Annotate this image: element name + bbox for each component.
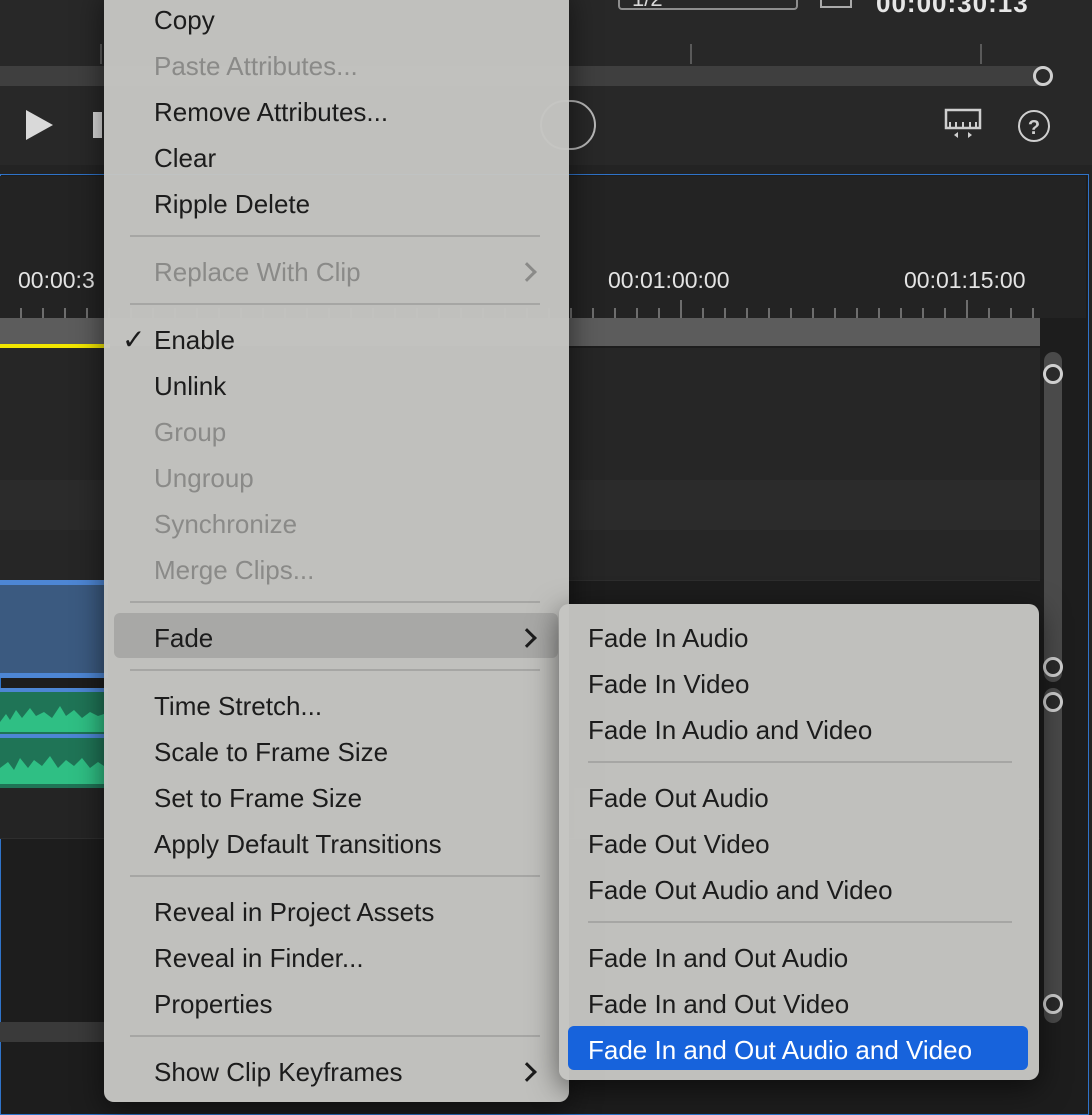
ruler-tick (100, 44, 102, 64)
scroll-handle[interactable] (1043, 692, 1063, 712)
menu-separator (130, 669, 540, 671)
horizontal-scrollbar[interactable] (0, 1022, 110, 1042)
ruler-tick (1032, 308, 1034, 318)
help-icon[interactable]: ? (1018, 110, 1050, 142)
submenu-item-fade-out-audio-and-video[interactable]: Fade Out Audio and Video (588, 875, 893, 905)
menu-separator (130, 601, 540, 603)
menu-item-reveal-in-finder[interactable]: Reveal in Finder... (154, 943, 364, 973)
ruler-tick (690, 44, 692, 64)
menu-item-clear[interactable]: Clear (154, 143, 216, 173)
menu-item-paste-attributes[interactable]: Paste Attributes... (154, 51, 358, 81)
monitor-timecode[interactable]: 00:00:30:13 (876, 0, 1029, 19)
timeline-timecode-label: 00:00:3 (18, 267, 95, 293)
submenu-item-fade-in-audio-and-video[interactable]: Fade In Audio and Video (588, 715, 872, 745)
video-clip[interactable] (0, 580, 108, 678)
ruler-tick (922, 308, 924, 318)
vertical-scrollbar-audio[interactable] (1043, 688, 1063, 1023)
menu-item-set-to-frame-size[interactable]: Set to Frame Size (154, 783, 362, 813)
menu-separator (130, 235, 540, 237)
menu-item-ungroup[interactable]: Ungroup (154, 463, 254, 493)
ruler-tick (724, 308, 726, 318)
ruler-tick (64, 308, 66, 318)
menu-item-ripple-delete[interactable]: Ripple Delete (154, 189, 310, 219)
ruler-tick (20, 308, 22, 318)
menu-item-scale-to-frame-size[interactable]: Scale to Frame Size (154, 737, 388, 767)
timeline-timecode-label: 00:01:00:00 (608, 267, 730, 293)
ruler-tick (614, 308, 616, 318)
submenu-item-fade-in-and-out-audio-and-video[interactable]: Fade In and Out Audio and Video (588, 1035, 972, 1065)
ruler-tick (1010, 308, 1012, 318)
ruler-tick (636, 308, 638, 318)
ruler-tick (812, 308, 814, 318)
menu-item-enable[interactable]: Enable (154, 325, 235, 355)
menu-item-properties[interactable]: Properties (154, 989, 273, 1019)
ruler-tick (790, 308, 792, 318)
menu-separator (588, 921, 1012, 923)
ruler-tick (592, 308, 594, 318)
ruler-tick (42, 308, 44, 318)
ruler-tick (980, 44, 982, 64)
checkmark-icon: ✓ (122, 324, 146, 355)
timeline-timecode-label: 00:01:15:00 (904, 267, 1026, 293)
menu-separator (130, 1035, 540, 1037)
scrub-end-handle[interactable] (1033, 66, 1053, 86)
ruler-tick (746, 308, 748, 318)
menu-item-unlink[interactable]: Unlink (154, 371, 226, 401)
audio-clip[interactable] (0, 688, 108, 736)
menu-item-reveal-in-project-assets[interactable]: Reveal in Project Assets (154, 897, 434, 927)
ruler-tick (86, 308, 88, 318)
menu-item-time-stretch[interactable]: Time Stretch... (154, 691, 322, 721)
menu-item-merge-clips[interactable]: Merge Clips... (154, 555, 314, 585)
ruler-tick (878, 308, 880, 318)
zoom-level-select[interactable]: 1/2 (618, 0, 798, 10)
play-icon[interactable] (26, 110, 53, 140)
submenu-item-fade-in-video[interactable]: Fade In Video (588, 669, 749, 699)
menu-item-replace-with-clip[interactable]: Replace With Clip (154, 257, 361, 287)
submenu-item-fade-out-video[interactable]: Fade Out Video (588, 829, 770, 859)
audio-clip[interactable] (0, 734, 108, 788)
menu-separator (130, 303, 540, 305)
menu-separator (588, 761, 1012, 763)
ruler-tick (570, 308, 572, 318)
scroll-handle[interactable] (1043, 994, 1063, 1014)
menu-item-fade[interactable]: Fade (154, 623, 213, 653)
ruler-tick (900, 308, 902, 318)
waveform (0, 706, 104, 732)
submenu-item-fade-in-and-out-video[interactable]: Fade In and Out Video (588, 989, 849, 1019)
menu-item-remove-attributes[interactable]: Remove Attributes... (154, 97, 388, 127)
scroll-handle[interactable] (1043, 657, 1063, 677)
ruler-tick (702, 308, 704, 318)
ruler-tick (658, 308, 660, 318)
menu-item-group[interactable]: Group (154, 417, 226, 447)
scroll-handle[interactable] (1043, 364, 1063, 384)
ruler-tick (944, 308, 946, 318)
menu-item-copy[interactable]: Copy (154, 5, 215, 35)
submenu-item-fade-in-audio[interactable]: Fade In Audio (588, 623, 748, 653)
submenu-item-fade-in-and-out-audio[interactable]: Fade In and Out Audio (588, 943, 848, 973)
step-forward-icon[interactable] (93, 112, 102, 138)
ruler-tick (680, 300, 682, 318)
submenu-item-fade-out-audio[interactable]: Fade Out Audio (588, 783, 769, 813)
menu-item-synchronize[interactable]: Synchronize (154, 509, 297, 539)
menu-item-show-clip-keyframes[interactable]: Show Clip Keyframes (154, 1057, 403, 1087)
menu-item-apply-default-transitions[interactable]: Apply Default Transitions (154, 829, 442, 859)
ruler-tick (768, 308, 770, 318)
export-frame-icon[interactable] (944, 108, 982, 140)
waveform (0, 756, 104, 784)
ruler-tick (834, 308, 836, 318)
ruler-tick (856, 308, 858, 318)
ruler-tick (966, 300, 968, 318)
ruler-tick (988, 308, 990, 318)
fit-icon[interactable] (820, 0, 852, 8)
vertical-scrollbar-video[interactable] (1043, 352, 1063, 682)
menu-separator (130, 875, 540, 877)
